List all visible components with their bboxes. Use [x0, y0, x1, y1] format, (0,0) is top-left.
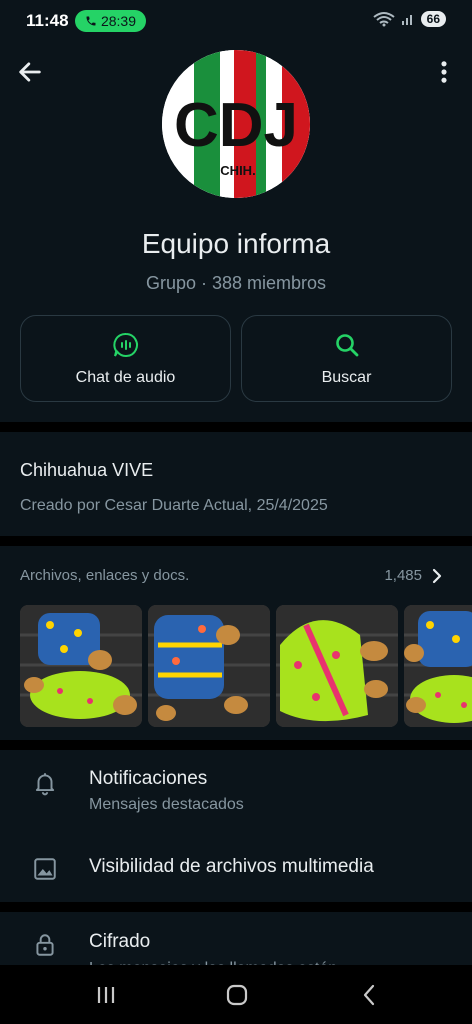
notifications-subtitle: Mensajes destacados	[89, 796, 244, 813]
media-thumbnail[interactable]	[20, 605, 142, 727]
call-timer: 28:39	[100, 13, 137, 29]
ongoing-call-pill[interactable]: 28:39	[75, 10, 146, 32]
media-thumbnail[interactable]	[276, 605, 398, 727]
media-count: 1,485	[384, 567, 422, 584]
recent-apps-icon[interactable]	[93, 983, 119, 1007]
back-nav-icon[interactable]	[357, 983, 383, 1007]
media-section-label[interactable]: Archivos, enlaces y docs.	[20, 567, 189, 584]
audio-chat-label: Chat de audio	[75, 368, 176, 386]
encryption-title: Cifrado	[89, 931, 151, 952]
media-visibility-title: Visibilidad de archivos multimedia	[89, 856, 374, 877]
status-time: 11:48	[26, 11, 69, 30]
battery-indicator: 66	[420, 11, 446, 27]
section-divider	[0, 422, 472, 432]
doll-photo	[276, 605, 398, 727]
section-divider	[0, 740, 472, 750]
group-description[interactable]: Chihuahua VIVE	[20, 460, 153, 481]
avatar-subtext: CHIH.	[220, 163, 255, 178]
group-created-info: Creado por Cesar Duarte Actual, 25/4/202…	[20, 497, 328, 514]
group-logo: CDJ CHIH.	[162, 50, 310, 198]
wifi-icon	[373, 12, 395, 27]
system-nav-bar	[0, 965, 472, 1024]
status-icons: 66	[373, 11, 446, 27]
encryption-row[interactable]: Cifrado Los mensajes y las llamadas está…	[0, 912, 472, 977]
notifications-title: Notificaciones	[89, 768, 208, 789]
back-arrow-icon[interactable]	[16, 58, 44, 86]
media-thumbnail[interactable]	[148, 605, 270, 727]
lock-icon	[36, 934, 54, 956]
signal-icon	[401, 15, 412, 25]
doll-photo	[148, 605, 270, 727]
search-button[interactable]: Buscar	[241, 315, 452, 402]
group-name: Equipo informa	[141, 228, 331, 259]
group-meta: Grupo · 388 miembros	[145, 273, 327, 293]
search-icon	[335, 333, 358, 356]
audio-chat-button[interactable]: Chat de audio	[20, 315, 231, 402]
notifications-row[interactable]: Notificaciones Mensajes destacados	[0, 750, 472, 828]
bell-icon	[35, 773, 55, 796]
screen: 11:48 28:39 66 CDJ CHIH. Equipo informa …	[0, 0, 472, 1024]
doll-photo	[404, 605, 472, 727]
image-icon	[34, 858, 56, 880]
more-vertical-icon[interactable]	[430, 58, 458, 86]
media-thumbnails	[20, 605, 472, 727]
home-icon[interactable]	[224, 983, 250, 1007]
status-bar: 11:48 28:39 66	[0, 0, 472, 40]
media-thumbnail[interactable]	[404, 605, 472, 727]
chevron-right-icon	[432, 568, 442, 583]
group-avatar[interactable]: CDJ CHIH.	[162, 50, 310, 198]
doll-photo	[20, 605, 142, 727]
section-divider	[0, 536, 472, 546]
avatar-text: CDJ	[174, 91, 298, 160]
media-visibility-row[interactable]: Visibilidad de archivos multimedia	[0, 836, 472, 900]
section-divider	[0, 902, 472, 912]
search-label: Buscar	[321, 368, 372, 386]
phone-icon	[86, 16, 96, 26]
media-count-link[interactable]: 1,485	[384, 567, 442, 584]
audio-chat-icon	[112, 332, 138, 357]
